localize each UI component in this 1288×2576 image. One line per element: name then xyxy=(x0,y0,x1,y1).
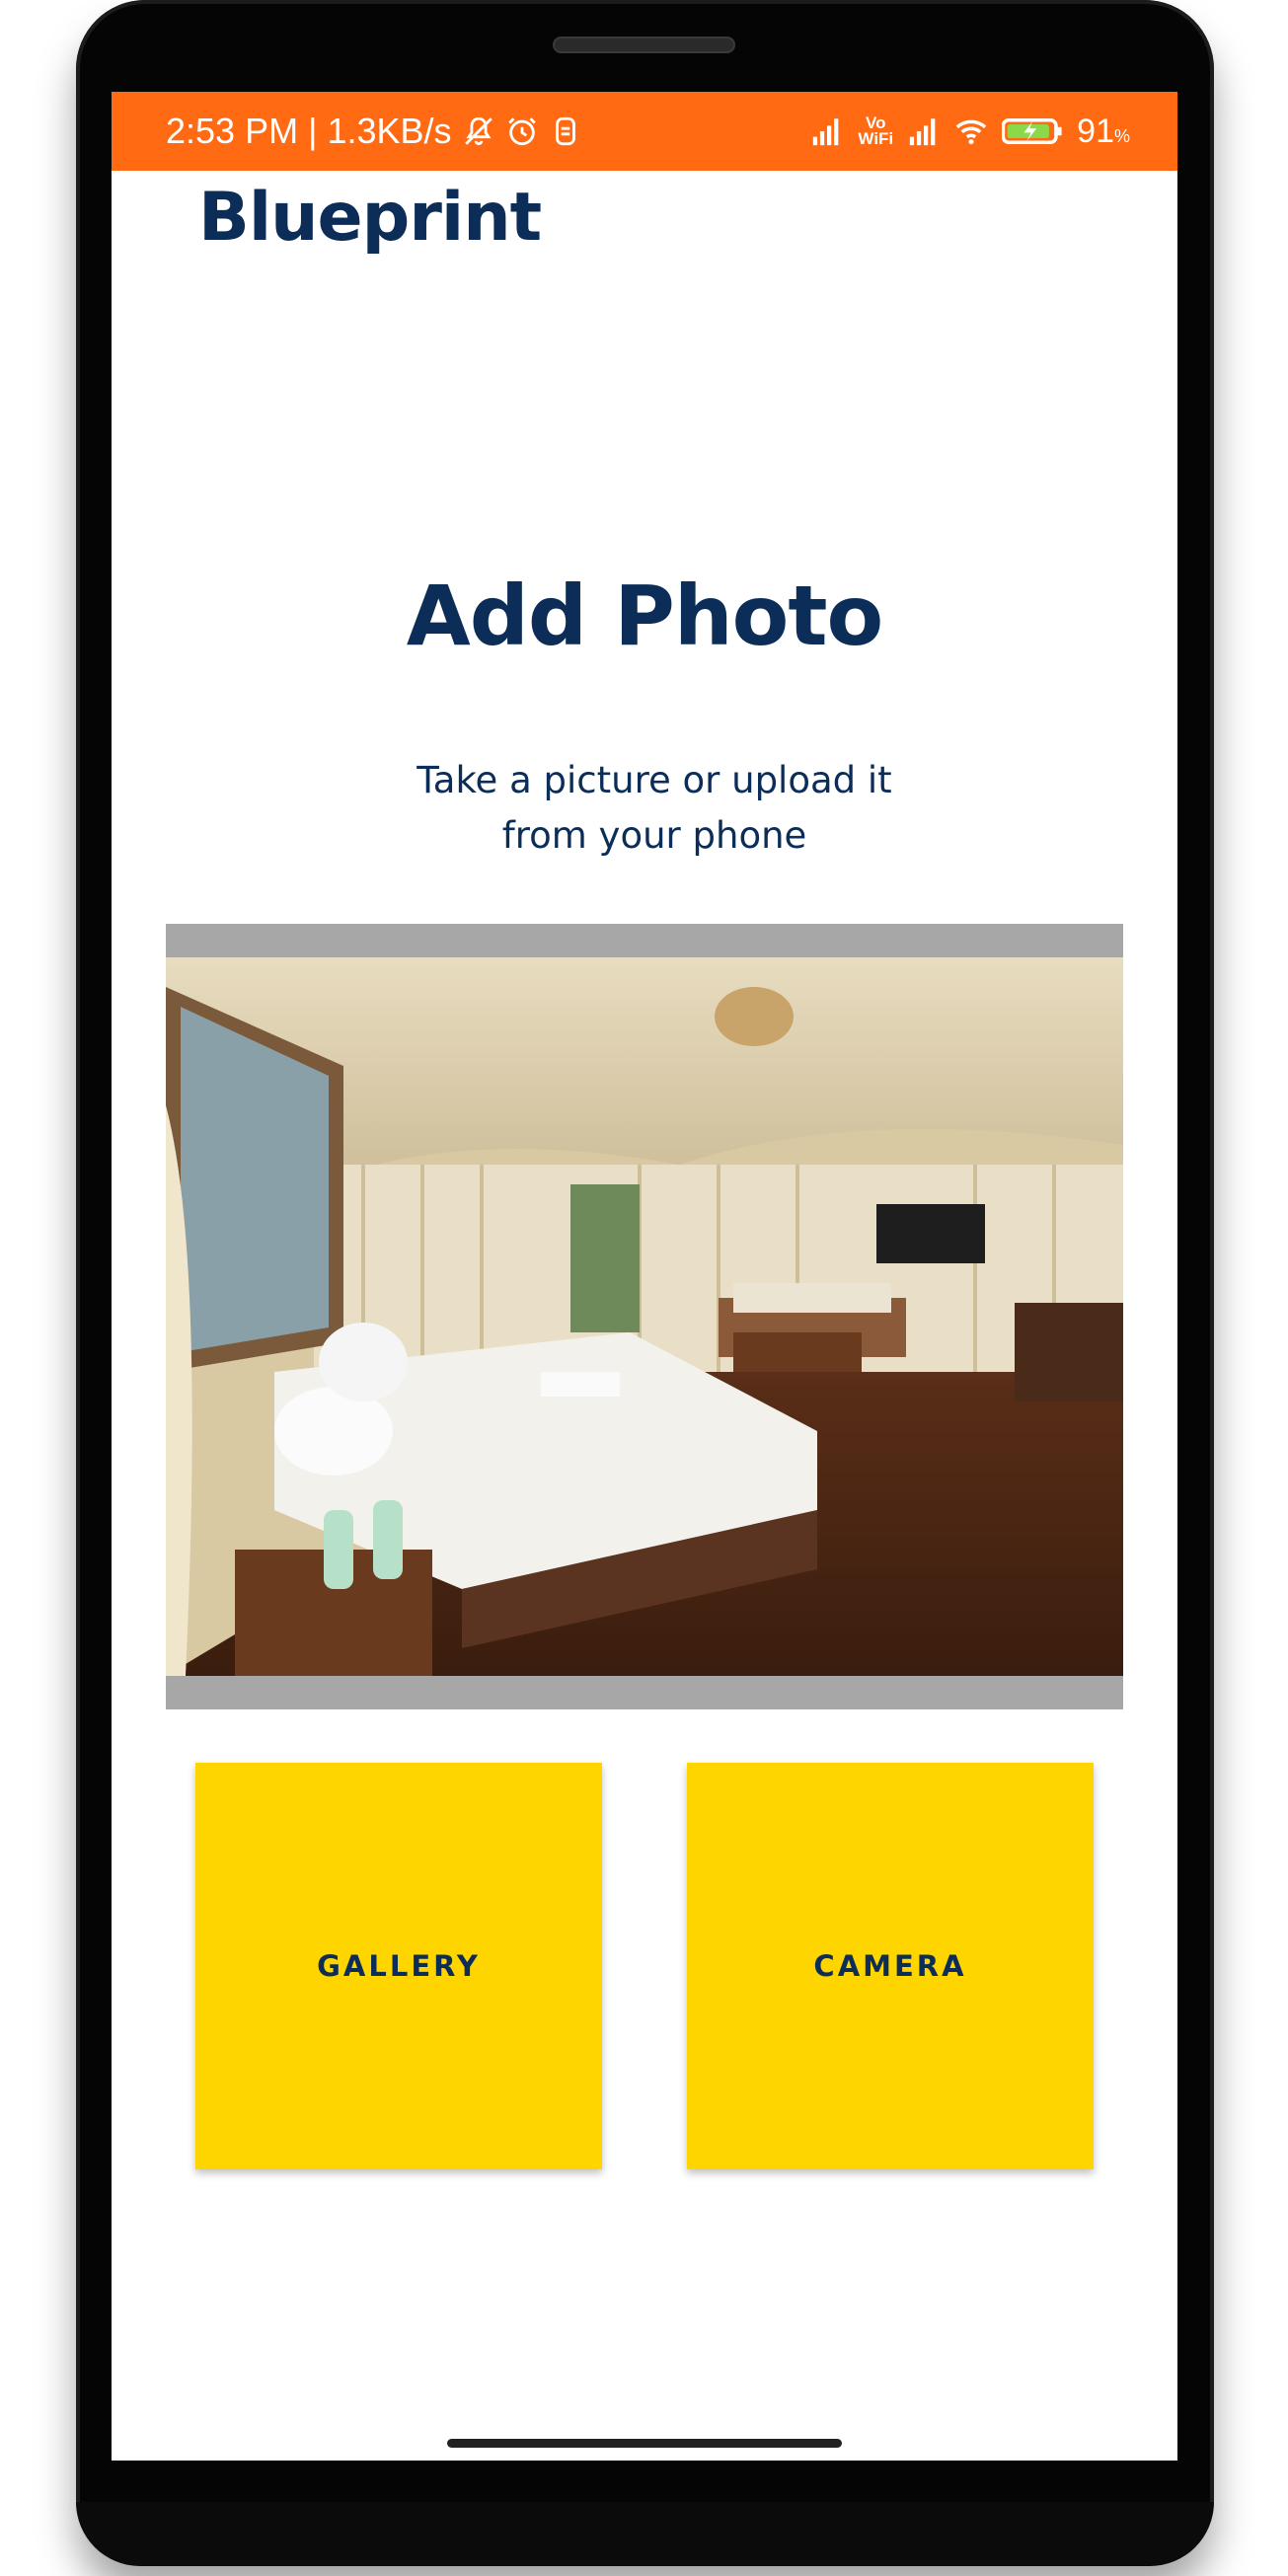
camera-button[interactable]: CAMERA xyxy=(687,1763,1094,2169)
battery-charging-icon xyxy=(1002,114,1063,148)
status-network-speed: 1.3KB/s xyxy=(327,111,452,151)
bell-muted-icon xyxy=(462,114,495,148)
wifi-icon xyxy=(954,114,988,148)
cell-signal-2-icon xyxy=(907,114,941,148)
gallery-button[interactable]: GALLERY xyxy=(195,1763,602,2169)
data-saver-icon xyxy=(549,114,582,148)
home-indicator-bar[interactable] xyxy=(447,2439,842,2448)
page-subtitle: Take a picture or upload it from your ph… xyxy=(417,759,892,857)
cell-signal-icon xyxy=(810,114,844,148)
vowifi-indicator: Vo WiFi xyxy=(858,114,894,148)
status-separator: | xyxy=(308,111,318,151)
status-bar: 2:53 PM | 1.3KB/s Vo WiFi 91% xyxy=(112,92,1177,171)
tent-bedroom-photo-icon xyxy=(166,957,1123,1676)
status-time: 2:53 PM xyxy=(166,111,299,151)
screen: 2:53 PM | 1.3KB/s Vo WiFi 91% Blueprint … xyxy=(112,92,1177,2461)
alarm-clock-icon xyxy=(505,114,539,148)
page-title: Add Photo xyxy=(406,568,883,664)
app-logo: Blueprint xyxy=(198,179,542,257)
battery-percentage: 91% xyxy=(1077,112,1130,150)
photo-preview-frame xyxy=(166,924,1123,1709)
photo-preview-image xyxy=(166,957,1123,1676)
phone-chin xyxy=(76,2502,1214,2566)
earpiece-speaker xyxy=(553,37,735,53)
